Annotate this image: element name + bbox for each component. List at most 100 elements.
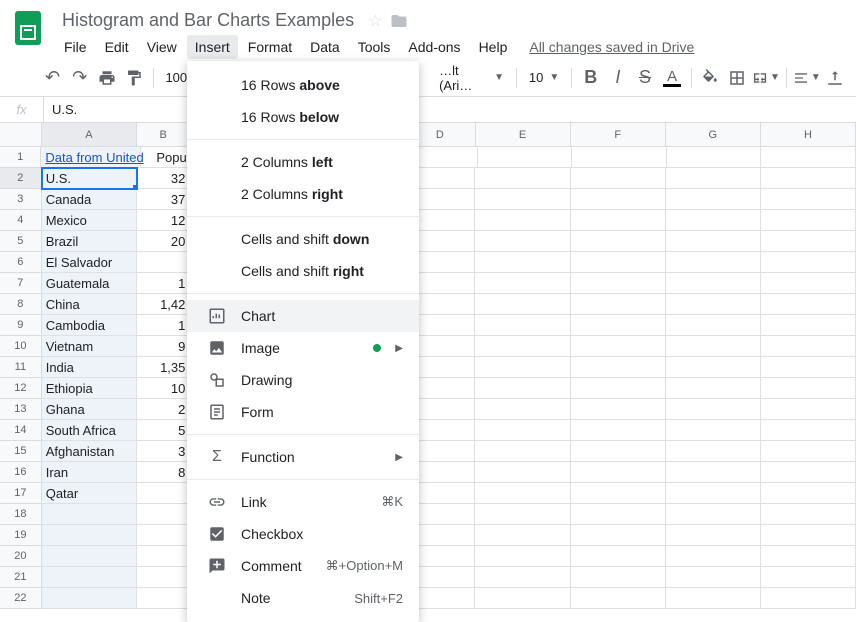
cell-G6[interactable] (666, 252, 761, 273)
cell-B11[interactable]: 1,35 (137, 357, 191, 378)
cell-A17[interactable]: Qatar (42, 483, 137, 504)
cell-G3[interactable] (666, 189, 761, 210)
col-header-E[interactable]: E (476, 123, 571, 147)
cell-F13[interactable] (571, 399, 666, 420)
insert-cols-right[interactable]: 2 Columns right (187, 178, 419, 210)
cell-B14[interactable]: 5 (137, 420, 191, 441)
cell-H15[interactable] (761, 441, 856, 462)
cell-E6[interactable] (475, 252, 570, 273)
cell-H2[interactable] (761, 168, 856, 189)
cell-E20[interactable] (475, 546, 570, 567)
cell-A6[interactable]: El Salvador (42, 252, 137, 273)
cell-G2[interactable] (666, 168, 761, 189)
cell-E22[interactable] (475, 588, 570, 609)
cell-H6[interactable] (761, 252, 856, 273)
cell-F15[interactable] (571, 441, 666, 462)
cell-B21[interactable] (137, 567, 191, 588)
menu-insert[interactable]: Insert (187, 35, 238, 59)
cell-E16[interactable] (475, 462, 570, 483)
cell-F6[interactable] (571, 252, 666, 273)
bold-button[interactable]: B (578, 64, 603, 92)
cell-H20[interactable] (761, 546, 856, 567)
text-color-button[interactable]: A (660, 64, 685, 92)
insert-rows-below[interactable]: 16 Rows below (187, 101, 419, 133)
cell-B15[interactable]: 3 (137, 441, 191, 462)
cell-B16[interactable]: 8 (137, 462, 191, 483)
horizontal-align-button[interactable]: ▼ (793, 64, 821, 92)
cell-G1[interactable] (667, 147, 762, 168)
cell-A14[interactable]: South Africa (42, 420, 137, 441)
cell-E21[interactable] (475, 567, 570, 588)
select-all-corner[interactable] (0, 123, 42, 147)
row-header-21[interactable]: 21 (0, 567, 42, 588)
cell-E2[interactable] (475, 168, 570, 189)
cell-A12[interactable]: Ethiopia (42, 378, 137, 399)
row-header-22[interactable]: 22 (0, 588, 42, 609)
cell-G19[interactable] (666, 525, 761, 546)
cell-E14[interactable] (475, 420, 570, 441)
cell-F12[interactable] (571, 378, 666, 399)
cell-G5[interactable] (666, 231, 761, 252)
cell-H7[interactable] (761, 273, 856, 294)
cell-A15[interactable]: Afghanistan (42, 441, 137, 462)
sheets-logo[interactable] (8, 8, 48, 48)
insert-note[interactable]: Note Shift+F2 (187, 582, 419, 614)
cell-F17[interactable] (571, 483, 666, 504)
cell-E12[interactable] (475, 378, 570, 399)
cell-H21[interactable] (761, 567, 856, 588)
cell-E9[interactable] (475, 315, 570, 336)
cell-G22[interactable] (666, 588, 761, 609)
row-header-17[interactable]: 17 (0, 483, 42, 504)
cell-E4[interactable] (475, 210, 570, 231)
row-header-12[interactable]: 12 (0, 378, 42, 399)
cell-E5[interactable] (475, 231, 570, 252)
row-header-7[interactable]: 7 (0, 273, 42, 294)
cell-F20[interactable] (571, 546, 666, 567)
cell-G15[interactable] (666, 441, 761, 462)
cell-A22[interactable] (42, 588, 137, 609)
row-header-4[interactable]: 4 (0, 210, 42, 231)
cell-B4[interactable]: 12 (137, 210, 191, 231)
insert-cells-right[interactable]: Cells and shift right (187, 255, 419, 287)
cell-H18[interactable] (761, 504, 856, 525)
cell-B12[interactable]: 10 (137, 378, 191, 399)
strikethrough-button[interactable]: S (632, 64, 657, 92)
cell-G20[interactable] (666, 546, 761, 567)
cell-E1[interactable] (478, 147, 573, 168)
doc-title[interactable]: Histogram and Bar Charts Examples (56, 8, 360, 33)
insert-comment[interactable]: Comment ⌘+Option+M (187, 550, 419, 582)
cell-G8[interactable] (666, 294, 761, 315)
cell-A7[interactable]: Guatemala (42, 273, 137, 294)
cell-B10[interactable]: 9 (137, 336, 191, 357)
cell-A11[interactable]: India (42, 357, 137, 378)
paint-format-button[interactable] (121, 64, 146, 92)
cell-B22[interactable] (137, 588, 191, 609)
row-header-14[interactable]: 14 (0, 420, 42, 441)
row-header-8[interactable]: 8 (0, 294, 42, 315)
cell-B19[interactable] (137, 525, 191, 546)
col-header-B[interactable]: B (137, 123, 190, 147)
cell-H10[interactable] (761, 336, 856, 357)
cell-B8[interactable]: 1,42 (137, 294, 191, 315)
font-select[interactable]: …lt (Ari…▼ (433, 63, 510, 93)
cell-F22[interactable] (571, 588, 666, 609)
cell-E7[interactable] (475, 273, 570, 294)
col-header-F[interactable]: F (571, 123, 666, 147)
row-header-20[interactable]: 20 (0, 546, 42, 567)
cell-G11[interactable] (666, 357, 761, 378)
row-header-15[interactable]: 15 (0, 441, 42, 462)
insert-rows-above[interactable]: 16 Rows above (187, 69, 419, 101)
cell-F3[interactable] (571, 189, 666, 210)
borders-button[interactable] (725, 64, 750, 92)
cell-E17[interactable] (475, 483, 570, 504)
cell-A13[interactable]: Ghana (42, 399, 137, 420)
cell-G17[interactable] (666, 483, 761, 504)
col-header-A[interactable]: A (42, 123, 137, 147)
cell-H8[interactable] (761, 294, 856, 315)
cell-H3[interactable] (761, 189, 856, 210)
col-header-G[interactable]: G (666, 123, 761, 147)
undo-button[interactable]: ↶ (40, 64, 65, 92)
cell-B18[interactable] (137, 504, 191, 525)
cell-E10[interactable] (475, 336, 570, 357)
print-button[interactable] (94, 64, 119, 92)
